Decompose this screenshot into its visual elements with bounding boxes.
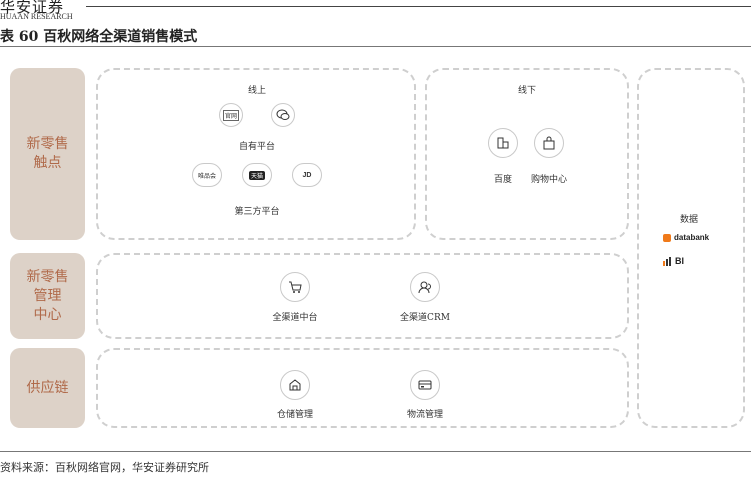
own-platform-label: 自有平台 xyxy=(238,142,276,152)
official-site-text: 官网 xyxy=(222,109,239,121)
databank-logo: databank xyxy=(663,233,709,242)
category-touchpoint: 新零售 触点 xyxy=(10,68,85,240)
offline-label-mall: 购物中心 xyxy=(530,175,568,185)
category-touchpoint-label: 新零售 触点 xyxy=(26,136,69,171)
category-supply-chain: 供应链 xyxy=(10,348,85,428)
offline-title: 线下 xyxy=(517,86,537,96)
source-note: 资料来源：百秋网络官网，华安证券研究所 xyxy=(0,461,209,474)
tmall-logo-text: 天猫 xyxy=(248,170,265,180)
warehouse-icon xyxy=(280,370,310,400)
supply-label-warehouse: 仓储管理 xyxy=(276,410,314,420)
shopping-bag-icon xyxy=(534,128,564,158)
vipshop-logo-icon: 唯品会 xyxy=(192,163,222,187)
bar-chart-icon xyxy=(663,256,671,266)
management-box xyxy=(96,253,629,339)
header-rule xyxy=(86,6,751,7)
official-site-icon: 官网 xyxy=(219,103,243,127)
online-title: 线上 xyxy=(247,86,267,96)
category-management-label: 新零售 管理 中心 xyxy=(26,268,69,323)
data-box xyxy=(637,68,745,428)
data-panel-title: 数据 xyxy=(679,215,699,225)
cart-icon xyxy=(280,272,310,302)
vipshop-logo-text: 唯品会 xyxy=(197,173,216,180)
jd-logo-icon: JD xyxy=(292,163,322,187)
jd-logo-text: JD xyxy=(302,171,312,179)
supply-label-logistics: 物流管理 xyxy=(406,410,444,420)
bi-text: BI xyxy=(675,256,684,266)
databank-mark-icon xyxy=(663,233,671,242)
report-logo-subtitle: HUAAN RESEARCH xyxy=(0,12,73,21)
offline-label-baidu: 百度 xyxy=(493,175,513,185)
category-supply-chain-label: 供应链 xyxy=(26,379,69,396)
users-icon xyxy=(410,272,440,302)
supply-chain-box xyxy=(96,348,629,428)
third-party-label: 第三方平台 xyxy=(234,207,280,217)
title-rule xyxy=(0,46,751,47)
figure-title: 表 60 百秋网络全渠道销售模式 xyxy=(0,29,198,45)
databank-text: databank xyxy=(674,233,710,242)
bi-logo: BI xyxy=(663,256,684,266)
management-label-middle-platform: 全渠道中台 xyxy=(272,313,318,323)
management-label-crm: 全渠道CRM xyxy=(400,313,450,323)
footer-rule xyxy=(0,451,751,452)
wechat-icon xyxy=(271,103,295,127)
tmall-logo-icon: 天猫 xyxy=(242,163,272,187)
store-icon xyxy=(488,128,518,158)
logistics-icon xyxy=(410,370,440,400)
category-management: 新零售 管理 中心 xyxy=(10,253,85,339)
